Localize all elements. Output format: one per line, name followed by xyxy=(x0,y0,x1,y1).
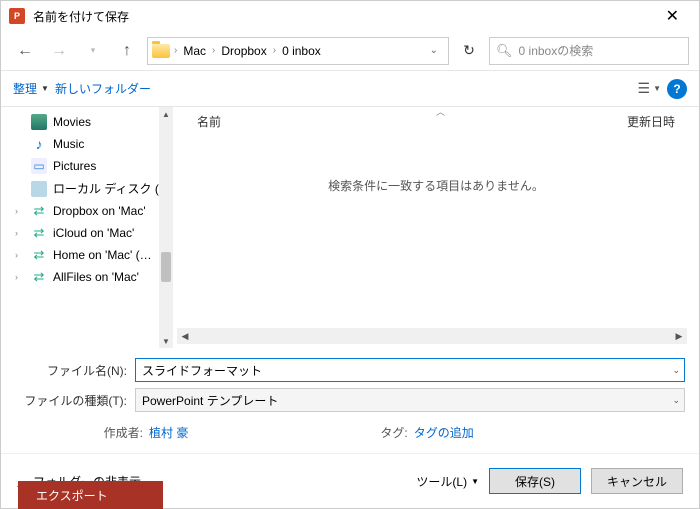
tree-item-allfiles[interactable]: ›⇄AllFiles on 'Mac' xyxy=(1,266,173,288)
navigation-bar: ← → ▾ ↑ › Mac › Dropbox › 0 inbox ⌄ ↻ 🔍︎… xyxy=(1,31,699,71)
tree-item-dropbox[interactable]: ›⇄Dropbox on 'Mac' xyxy=(1,200,173,222)
save-as-dialog: P 名前を付けて保存 ✕ ← → ▾ ↑ › Mac › Dropbox › 0… xyxy=(0,0,700,509)
forward-button: → xyxy=(45,37,73,65)
crumb-mac[interactable]: Mac xyxy=(181,44,208,58)
tree-item-home[interactable]: ›⇄Home on 'Mac' (… xyxy=(1,244,173,266)
pictures-icon: ▭ xyxy=(31,158,47,174)
back-button[interactable]: ← xyxy=(11,37,39,65)
chevron-down-icon[interactable]: ⌄ xyxy=(672,395,680,406)
list-view-icon: ☰ xyxy=(638,80,651,97)
scrollbar-thumb[interactable] xyxy=(161,252,171,282)
author-label: 作成者: xyxy=(29,424,143,441)
crumb-inbox[interactable]: 0 inbox xyxy=(280,44,323,58)
recent-dropdown-icon[interactable]: ▾ xyxy=(79,37,107,65)
search-icon: 🔍︎ xyxy=(496,43,513,59)
chevron-down-icon[interactable]: ⌄ xyxy=(424,45,444,56)
column-modified[interactable]: 更新日時 xyxy=(627,113,675,130)
filetype-label: ファイルの種類(T): xyxy=(15,392,135,409)
chevron-right-icon: › xyxy=(273,45,276,56)
chevron-down-icon[interactable]: ⌄ xyxy=(672,365,680,376)
chevron-down-icon: ▼ xyxy=(471,477,479,486)
chevron-right-icon: › xyxy=(174,45,177,56)
scroll-up-icon[interactable]: ▲ xyxy=(159,107,173,121)
chevron-right-icon[interactable]: › xyxy=(15,228,18,238)
tools-menu[interactable]: ツール(L) ▼ xyxy=(416,473,479,490)
main-area: Movies ♪Music ▭Pictures ローカル ディスク (C:) ›… xyxy=(1,107,699,348)
scroll-right-icon[interactable]: ▶ xyxy=(671,331,687,342)
tree-item-local-disk[interactable]: ローカル ディスク (C:) xyxy=(1,177,173,200)
folder-tree: Movies ♪Music ▭Pictures ローカル ディスク (C:) ›… xyxy=(1,107,173,348)
search-placeholder: 0 inboxの検索 xyxy=(519,42,594,59)
tags-add-link[interactable]: タグの追加 xyxy=(414,424,474,441)
powerpoint-icon: P xyxy=(9,8,25,24)
filename-input[interactable]: スライドフォーマット ⌄ xyxy=(135,358,685,382)
filename-label: ファイル名(N): xyxy=(15,362,135,379)
dialog-title: 名前を付けて保存 xyxy=(33,8,654,25)
chevron-down-icon: ▼ xyxy=(653,84,661,93)
breadcrumb[interactable]: › Mac › Dropbox › 0 inbox ⌄ xyxy=(147,37,449,65)
view-options-button[interactable]: ☰ ▼ xyxy=(638,80,661,97)
sidebar-scrollbar[interactable]: ▲ ▼ xyxy=(159,107,173,348)
file-list-area: ︿ 名前 更新日時 検索条件に一致する項目はありません。 ◀ ▶ xyxy=(173,107,699,348)
tree-item-movies[interactable]: Movies xyxy=(1,111,173,133)
titlebar: P 名前を付けて保存 ✕ xyxy=(1,1,699,31)
tree-item-icloud[interactable]: ›⇄iCloud on 'Mac' xyxy=(1,222,173,244)
tree-item-music[interactable]: ♪Music xyxy=(1,133,173,155)
network-drive-icon: ⇄ xyxy=(31,225,47,241)
tags-label: タグ: xyxy=(380,424,407,441)
close-icon[interactable]: ✕ xyxy=(654,2,691,30)
up-button[interactable]: ↑ xyxy=(113,37,141,65)
column-headers: ︿ 名前 更新日時 xyxy=(173,107,699,137)
scroll-left-icon[interactable]: ◀ xyxy=(177,331,193,342)
new-folder-button[interactable]: 新しいフォルダー xyxy=(55,80,151,97)
search-input[interactable]: 🔍︎ 0 inboxの検索 xyxy=(489,37,689,65)
scroll-down-icon[interactable]: ▼ xyxy=(159,334,173,348)
chevron-right-icon[interactable]: › xyxy=(15,250,18,260)
organize-menu[interactable]: 整理▼ xyxy=(13,80,49,97)
network-drive-icon: ⇄ xyxy=(31,203,47,219)
column-name[interactable]: 名前 xyxy=(197,113,627,130)
music-icon: ♪ xyxy=(31,136,47,152)
network-drive-icon: ⇄ xyxy=(31,247,47,263)
save-button[interactable]: 保存(S) xyxy=(489,468,581,494)
movies-icon xyxy=(31,114,47,130)
filetype-select[interactable]: PowerPoint テンプレート ⌄ xyxy=(135,388,685,412)
toolbar: 整理▼ 新しいフォルダー ☰ ▼ ? xyxy=(1,71,699,107)
export-tab[interactable]: エクスポート xyxy=(18,481,163,509)
tree-item-pictures[interactable]: ▭Pictures xyxy=(1,155,173,177)
folder-icon xyxy=(152,44,170,58)
author-link[interactable]: 植村 豪 xyxy=(149,424,188,441)
help-button[interactable]: ? xyxy=(667,79,687,99)
chevron-right-icon: › xyxy=(212,45,215,56)
form-area: ファイル名(N): スライドフォーマット ⌄ ファイルの種類(T): Power… xyxy=(1,348,699,453)
chevron-right-icon[interactable]: › xyxy=(15,272,18,282)
cancel-button[interactable]: キャンセル xyxy=(591,468,683,494)
crumb-dropbox[interactable]: Dropbox xyxy=(219,44,268,58)
refresh-button[interactable]: ↻ xyxy=(455,37,483,65)
horizontal-scrollbar[interactable]: ◀ ▶ xyxy=(177,328,687,344)
chevron-right-icon[interactable]: › xyxy=(15,206,18,216)
empty-message: 検索条件に一致する項目はありません。 xyxy=(173,137,699,324)
scrollbar-track[interactable] xyxy=(193,328,671,344)
expand-up-icon[interactable]: ︿ xyxy=(436,107,445,118)
disk-icon xyxy=(31,181,47,197)
network-drive-icon: ⇄ xyxy=(31,269,47,285)
chevron-down-icon: ▼ xyxy=(41,84,49,93)
